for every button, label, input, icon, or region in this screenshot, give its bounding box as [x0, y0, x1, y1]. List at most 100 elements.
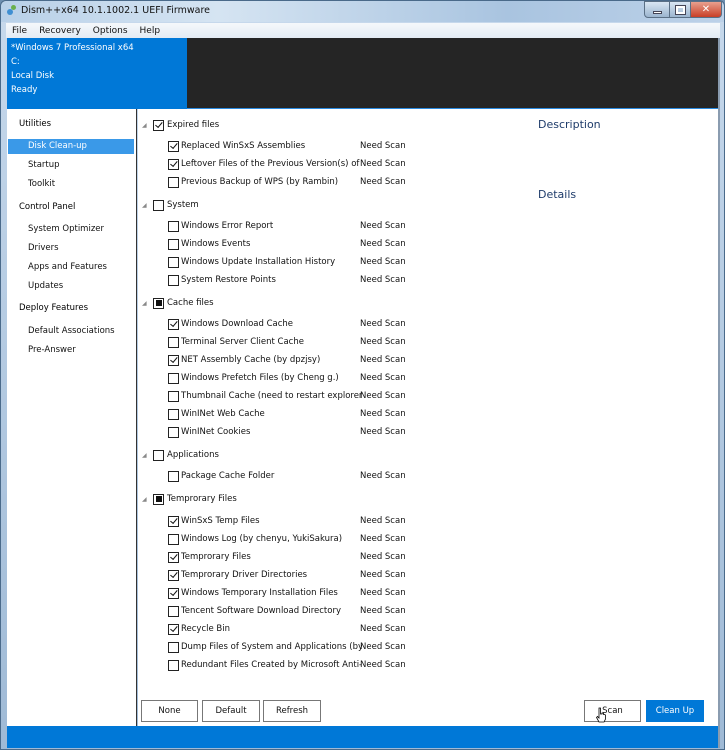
item-checkbox[interactable] [168, 140, 179, 152]
item-checkbox[interactable] [168, 256, 179, 268]
item-checkbox[interactable] [168, 641, 179, 653]
cleanup-item[interactable]: Leftover Files of the Previous Version(s… [165, 156, 406, 172]
item-checkbox[interactable] [168, 336, 179, 348]
cleanup-item[interactable]: Windows Prefetch Files (by Cheng g.) Need… [165, 370, 406, 386]
title-bar[interactable]: Dism++x64 10.1.1002.1 UEFI Firmware ✕ [1, 1, 724, 22]
cleanup-item[interactable]: Windows Events Need Scan [165, 236, 406, 252]
cleanup-item[interactable]: WinSxS Temp Files Need Scan [165, 513, 406, 529]
item-checkbox[interactable] [168, 354, 179, 366]
cleanup-item[interactable]: Temprorary Driver Directories Need Scan [165, 567, 406, 583]
group-label: Cache files [167, 298, 214, 308]
group-checkbox[interactable] [153, 493, 164, 505]
item-checkbox[interactable] [168, 551, 179, 563]
item-checkbox[interactable] [168, 372, 179, 384]
item-checkbox[interactable] [168, 158, 179, 170]
nav-item-default-associations[interactable]: Default Associations [8, 324, 134, 339]
item-checkbox[interactable] [168, 515, 179, 527]
cleanup-item[interactable]: NET Assembly Cache (by dpzjsy) Need Scan [165, 352, 406, 368]
cleanup-item[interactable]: WinINet Web Cache Need Scan [165, 406, 406, 422]
item-checkbox[interactable] [168, 470, 179, 482]
expand-arrow-icon[interactable]: ◢ [142, 496, 150, 503]
nav-item-disk-cleanup[interactable]: Disk Clean-up [8, 139, 134, 154]
nav-item-startup[interactable]: Startup [8, 158, 134, 173]
group-system: ◢ System [138, 197, 199, 213]
group-checkbox[interactable] [153, 297, 164, 309]
nav-item-toolkit[interactable]: Toolkit [8, 177, 134, 192]
item-status: Need Scan [360, 221, 406, 231]
select-default-button[interactable]: Default [202, 700, 260, 722]
item-checkbox[interactable] [168, 318, 179, 330]
item-status: Need Scan [360, 516, 406, 526]
item-checkbox[interactable] [168, 220, 179, 232]
description-heading: Description [538, 118, 601, 131]
item-checkbox[interactable] [168, 587, 179, 599]
expand-arrow-icon[interactable]: ◢ [142, 300, 150, 307]
nav-item-updates[interactable]: Updates [8, 279, 134, 294]
refresh-button[interactable]: Refresh [263, 700, 321, 722]
cleanup-item[interactable]: Previous Backup of WPS (by Rambin) Need S… [165, 174, 406, 190]
nav-item-apps-and-features[interactable]: Apps and Features [8, 260, 134, 275]
nav-section-control-panel: Control Panel [19, 202, 76, 212]
cleanup-item[interactable]: Dump Files of System and Applications (b… [165, 639, 406, 655]
item-checkbox[interactable] [168, 408, 179, 420]
maximize-button[interactable] [669, 1, 691, 18]
select-none-button[interactable]: None [141, 700, 198, 722]
item-checkbox[interactable] [168, 605, 179, 617]
cleanup-item[interactable]: Tencent Software Download Directory Need … [165, 603, 406, 619]
item-checkbox[interactable] [168, 569, 179, 581]
expand-arrow-icon[interactable]: ◢ [142, 452, 150, 459]
item-status: Need Scan [360, 552, 406, 562]
cleanup-item[interactable]: Terminal Server Client Cache Need Scan [165, 334, 406, 350]
system-info-panel[interactable]: *Windows 7 Professional x64 C: Local Dis… [7, 38, 187, 109]
item-label: Recycle Bin [181, 624, 231, 634]
item-checkbox[interactable] [168, 426, 179, 438]
item-label: Windows Prefetch Files (by Cheng g.) [181, 373, 339, 383]
item-checkbox[interactable] [168, 533, 179, 545]
item-checkbox[interactable] [168, 238, 179, 250]
cleanup-item[interactable]: Redundant Files Created by Microsoft Ant… [165, 657, 406, 673]
menu-recovery[interactable]: Recovery [33, 26, 87, 36]
item-checkbox[interactable] [168, 390, 179, 402]
group-label: Temprorary Files [167, 494, 237, 504]
nav-item-system-optimizer[interactable]: System Optimizer [8, 222, 134, 237]
group-checkbox[interactable] [153, 199, 164, 211]
item-checkbox[interactable] [168, 659, 179, 671]
expand-arrow-icon[interactable]: ◢ [142, 122, 150, 129]
nav-item-pre-answer[interactable]: Pre-Answer [8, 343, 134, 358]
minimize-button[interactable] [644, 1, 670, 18]
nav-section-utilities: Utilities [19, 119, 51, 129]
expand-arrow-icon[interactable]: ◢ [142, 202, 150, 209]
item-status: Need Scan [360, 141, 406, 151]
menu-options[interactable]: Options [87, 26, 134, 36]
clean-up-button[interactable]: Clean Up [646, 700, 704, 722]
disk-name: Local Disk [11, 71, 54, 81]
cleanup-item[interactable]: WinINet Cookies Need Scan [165, 424, 406, 440]
cleanup-item[interactable]: Temprorary Files Need Scan [165, 549, 406, 565]
nav-item-drivers[interactable]: Drivers [8, 241, 134, 256]
cleanup-item[interactable]: Recycle Bin Need Scan [165, 621, 406, 637]
cleanup-item[interactable]: Windows Temporary Installation Files Need… [165, 585, 406, 601]
cleanup-item[interactable]: Package Cache Folder Need Scan [165, 468, 406, 484]
item-label: NET Assembly Cache (by dpzjsy) [181, 355, 321, 365]
item-checkbox[interactable] [168, 623, 179, 635]
item-checkbox[interactable] [168, 176, 179, 188]
close-button[interactable]: ✕ [690, 1, 722, 18]
item-checkbox[interactable] [168, 274, 179, 286]
cleanup-item[interactable]: Windows Download Cache Need Scan [165, 316, 406, 332]
item-label: Leftover Files of the Previous Version(s… [181, 159, 362, 169]
cleanup-item[interactable]: System Restore Points Need Scan [165, 272, 406, 288]
menu-file[interactable]: File [6, 26, 33, 36]
group-applications: ◢ Applications [138, 447, 219, 463]
close-icon: ✕ [701, 4, 711, 15]
cleanup-item[interactable]: Windows Update Installation History Need … [165, 254, 406, 270]
cleanup-item[interactable]: Thumbnail Cache (need to restart explore… [165, 388, 406, 404]
scan-button[interactable]: Scan [584, 700, 641, 722]
group-checkbox[interactable] [153, 449, 164, 461]
group-checkbox[interactable] [153, 119, 164, 131]
cleanup-item[interactable]: Replaced WinSxS Assemblies Need Scan [165, 138, 406, 154]
cleanup-item[interactable]: Windows Log (by chenyu, YukiSakura) Need … [165, 531, 406, 547]
item-label: Windows Download Cache [181, 319, 294, 329]
menu-help[interactable]: Help [134, 26, 167, 36]
cleanup-item[interactable]: Windows Error Report Need Scan [165, 218, 406, 234]
header-banner [187, 38, 718, 109]
